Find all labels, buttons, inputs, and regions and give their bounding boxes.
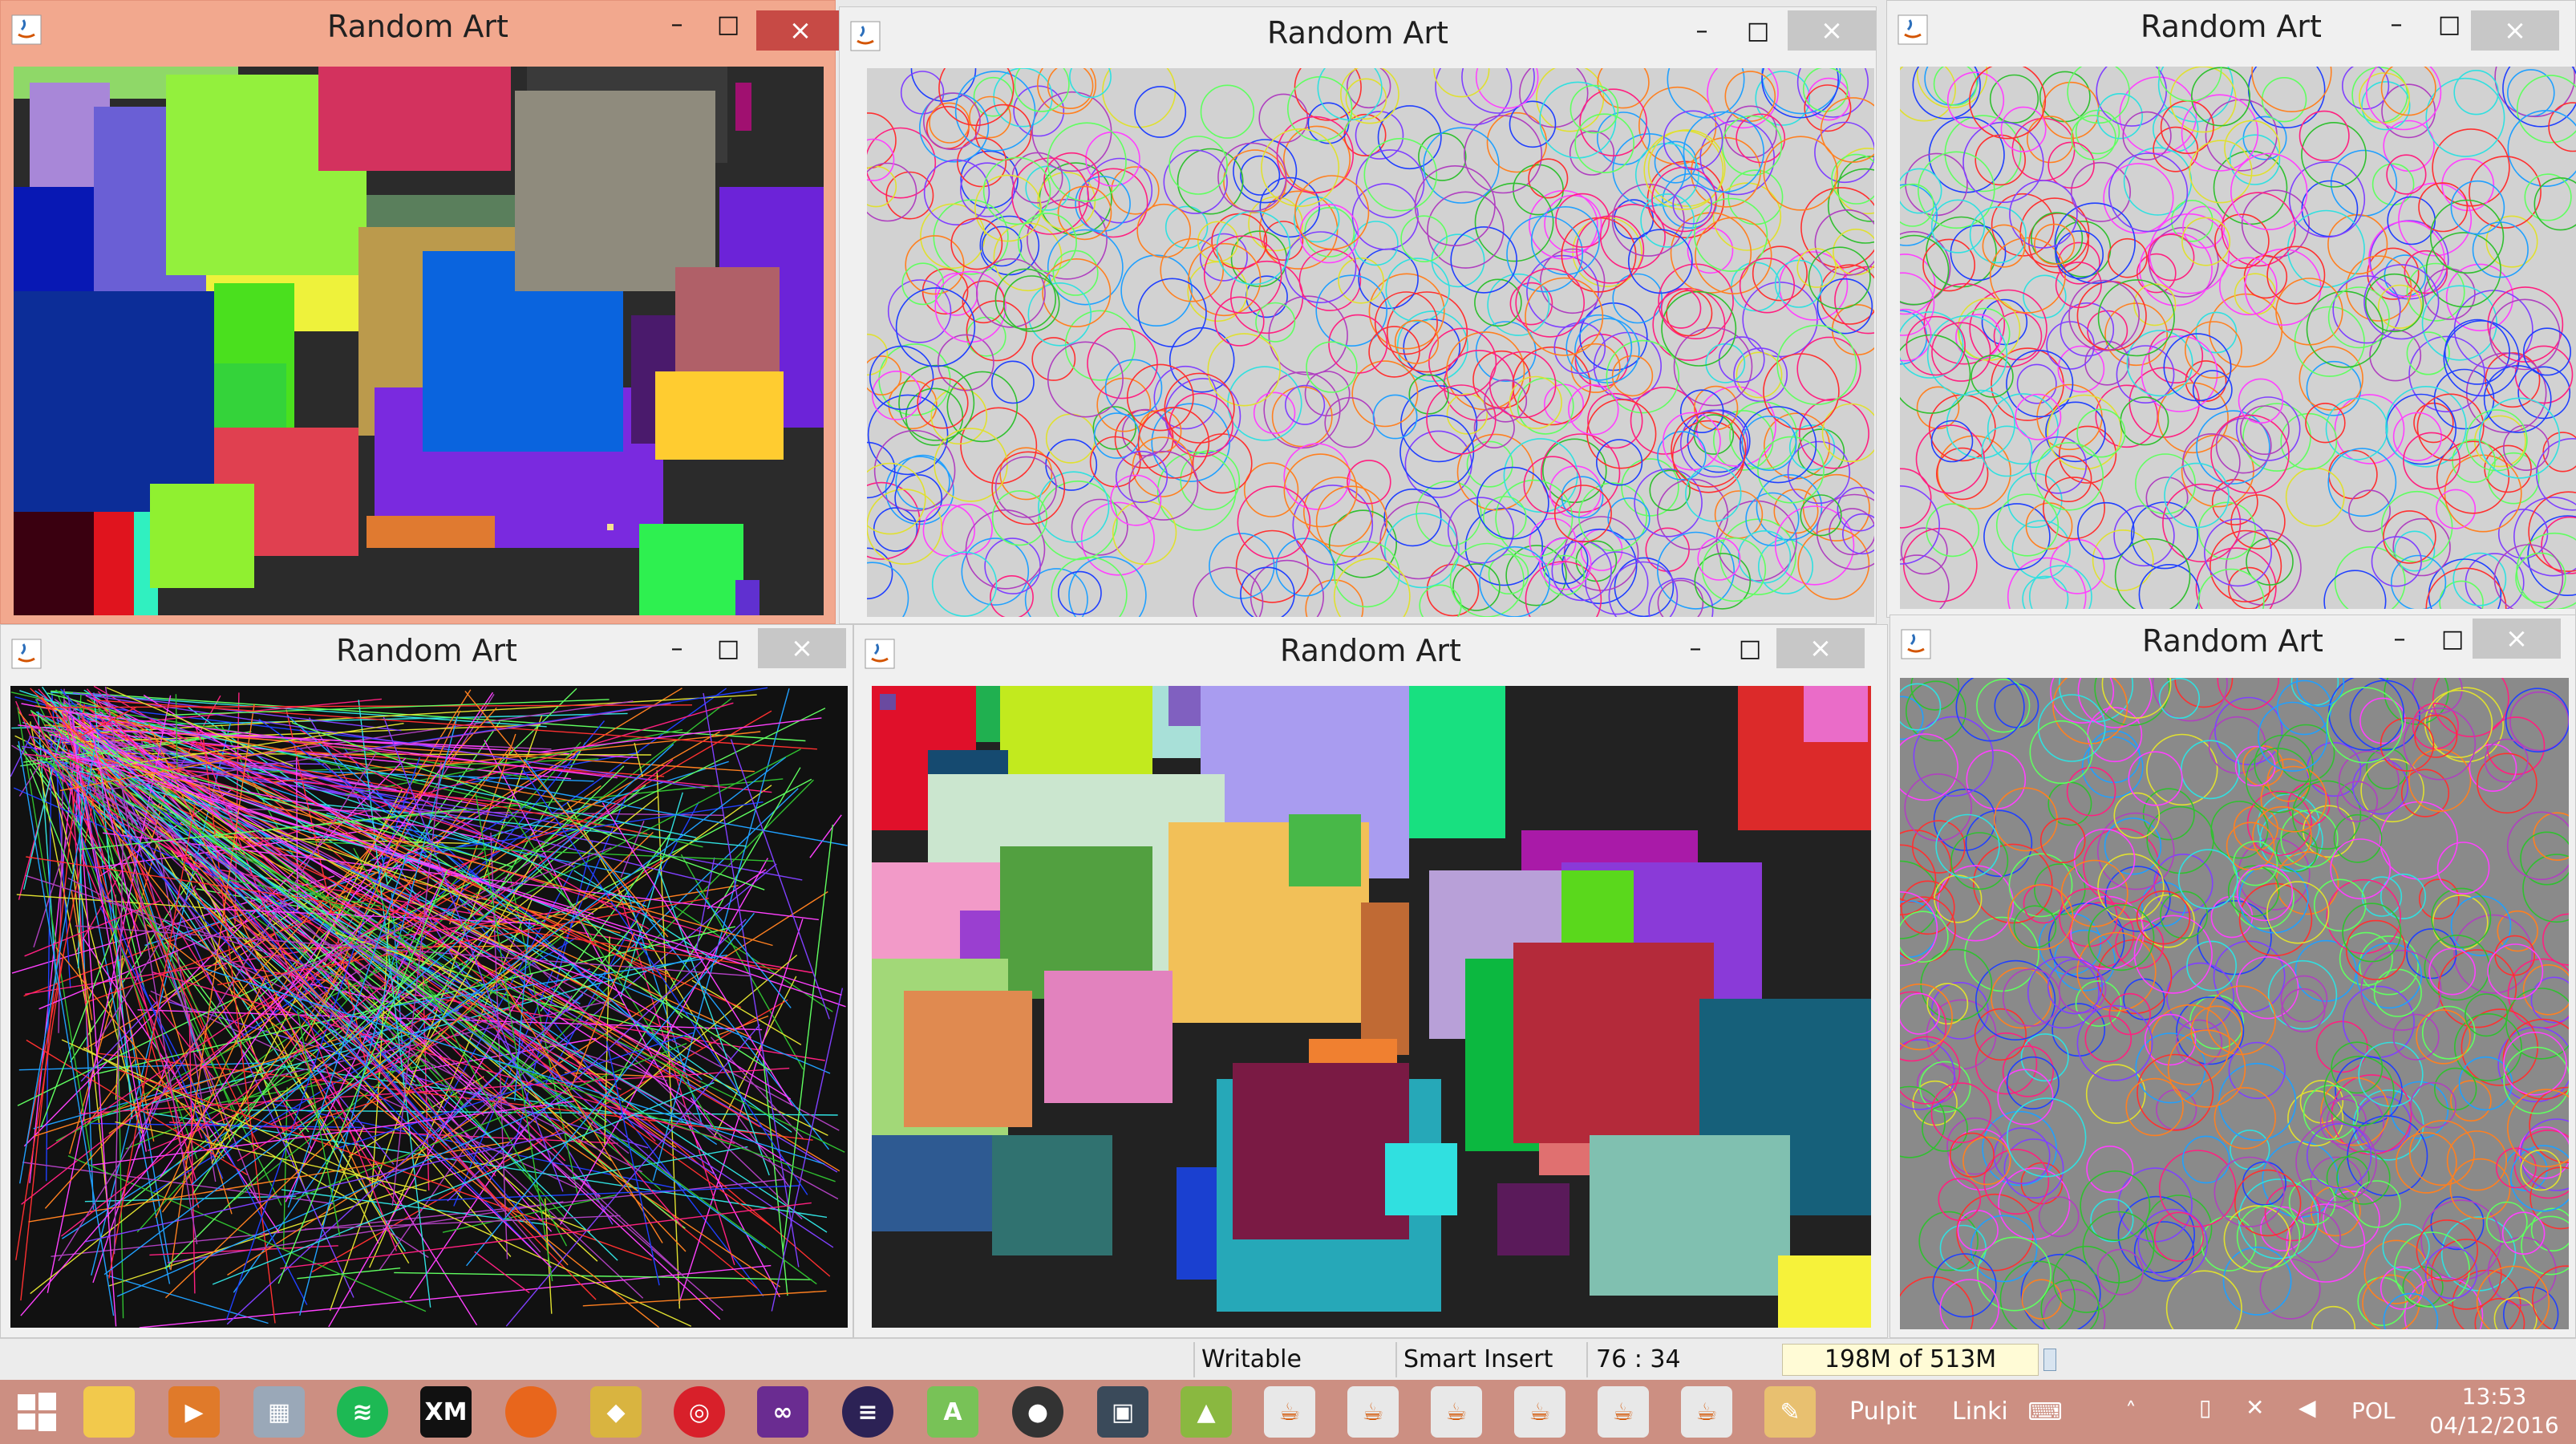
art-canvas-circles-light	[867, 68, 1874, 617]
title-bar[interactable]: Random Art – □ ×	[840, 7, 1876, 63]
paint-icon[interactable]: ✎	[1764, 1386, 1816, 1438]
minimize-button[interactable]: –	[2368, 4, 2424, 44]
code-app-icon[interactable]: ▣	[1097, 1386, 1148, 1438]
language-indicator[interactable]: POL	[2351, 1397, 2396, 1424]
clock-date[interactable]: 04/12/2016	[2414, 1412, 2574, 1438]
maximize-button[interactable]: □	[1722, 628, 1778, 668]
maps-icon[interactable]: ◆	[590, 1386, 642, 1438]
status-separator	[1395, 1342, 1397, 1377]
status-insert-mode: Smart Insert	[1403, 1345, 1553, 1373]
network-icon[interactable]: ✕	[2246, 1394, 2264, 1421]
close-button[interactable]: ×	[756, 10, 844, 51]
minimize-button[interactable]: –	[649, 4, 705, 44]
xm-icon[interactable]: XM	[420, 1386, 472, 1438]
memory-indicator[interactable]: 198M of 513M	[1782, 1344, 2039, 1376]
art-canvas-circles-grey	[1900, 678, 2569, 1329]
battery-icon[interactable]: ▯	[2199, 1394, 2211, 1421]
title-bar[interactable]: Random Art – □ ×	[1, 625, 853, 681]
title-bar[interactable]: Random Art – □ ×	[1, 1, 844, 57]
art-canvas-rectangles-1	[14, 67, 824, 615]
minimize-button[interactable]: –	[1674, 10, 1730, 51]
camera-icon[interactable]: ◎	[674, 1386, 725, 1438]
status-separator	[1586, 1342, 1588, 1377]
java-taskbar-icon[interactable]: ☕	[1514, 1386, 1565, 1438]
maximize-button[interactable]: □	[700, 4, 756, 44]
taskbar: ▶ ▦ ≋ XM ◆ ◎ ∞ ≡ A ● ▣ ▲ ☕ ☕ ☕ ☕ ☕ ☕ ✎ P…	[0, 1380, 2576, 1444]
window-random-art-5[interactable]: Random Art – □ ×	[853, 624, 1888, 1338]
close-button[interactable]: ×	[2473, 619, 2561, 659]
java-taskbar-icon[interactable]: ☕	[1264, 1386, 1315, 1438]
image-app-icon[interactable]: ▲	[1181, 1386, 1232, 1438]
media-player-icon[interactable]: ▶	[168, 1386, 220, 1438]
close-button[interactable]: ×	[1776, 628, 1865, 668]
art-canvas-lines	[10, 686, 848, 1328]
maximize-button[interactable]: □	[700, 628, 756, 668]
title-bar[interactable]: Random Art – □ ×	[854, 625, 1887, 681]
toolbar-linki[interactable]: Linki	[1952, 1397, 2008, 1426]
tray-overflow-chevron-icon[interactable]: ˄	[2125, 1397, 2137, 1424]
status-mode: Writable	[1201, 1345, 1302, 1373]
java-taskbar-icon[interactable]: ☕	[1681, 1386, 1732, 1438]
minimize-button[interactable]: –	[2371, 619, 2428, 659]
window-random-art-3[interactable]: Random Art – □ ×	[1886, 0, 2576, 618]
github-icon[interactable]: ●	[1012, 1386, 1063, 1438]
minimize-button[interactable]: –	[1667, 628, 1723, 668]
art-canvas-rectangles-2	[872, 686, 1871, 1328]
keyboard-icon[interactable]: ⌨	[2021, 1386, 2069, 1438]
status-cursor-position: 76 : 34	[1596, 1345, 1681, 1373]
title-bar[interactable]: Random Art – □ ×	[1887, 1, 2575, 57]
windows-start-icon[interactable]	[11, 1386, 63, 1438]
garbage-collect-icon[interactable]	[2043, 1349, 2056, 1371]
window-random-art-2[interactable]: Random Art – □ ×	[839, 6, 1877, 624]
java-taskbar-icon[interactable]: ☕	[1431, 1386, 1482, 1438]
clock-time[interactable]: 13:53	[2430, 1383, 2558, 1410]
spotify-icon[interactable]: ≋	[337, 1386, 388, 1438]
window-random-art-4[interactable]: Random Art – □ ×	[0, 624, 853, 1338]
art-canvas-circles-light-2	[1900, 67, 2576, 609]
calculator-icon[interactable]: ▦	[253, 1386, 305, 1438]
close-button[interactable]: ×	[1788, 10, 1876, 51]
volume-icon[interactable]: ◀	[2299, 1394, 2316, 1421]
java-taskbar-icon[interactable]: ☕	[1598, 1386, 1649, 1438]
status-separator	[1193, 1342, 1195, 1377]
toolbar-pulpit[interactable]: Pulpit	[1849, 1397, 1917, 1426]
maximize-button[interactable]: □	[1730, 10, 1786, 51]
file-explorer-icon[interactable]	[83, 1386, 135, 1438]
status-bar: Writable Smart Insert 76 : 34 198M of 51…	[0, 1338, 2576, 1381]
eclipse-icon[interactable]: ≡	[842, 1386, 893, 1438]
close-button[interactable]: ×	[2471, 10, 2559, 51]
android-studio-icon[interactable]: A	[927, 1386, 978, 1438]
close-button[interactable]: ×	[758, 628, 846, 668]
visual-studio-icon[interactable]: ∞	[757, 1386, 808, 1438]
minimize-button[interactable]: –	[649, 628, 705, 668]
window-random-art-6[interactable]: Random Art – □ ×	[1889, 615, 2576, 1338]
title-bar[interactable]: Random Art – □ ×	[1890, 615, 2575, 671]
window-random-art-1[interactable]: Random Art – □ ×	[0, 0, 844, 624]
java-taskbar-icon[interactable]: ☕	[1347, 1386, 1399, 1438]
maximize-button[interactable]: □	[2421, 4, 2477, 44]
firefox-icon[interactable]	[505, 1386, 557, 1438]
